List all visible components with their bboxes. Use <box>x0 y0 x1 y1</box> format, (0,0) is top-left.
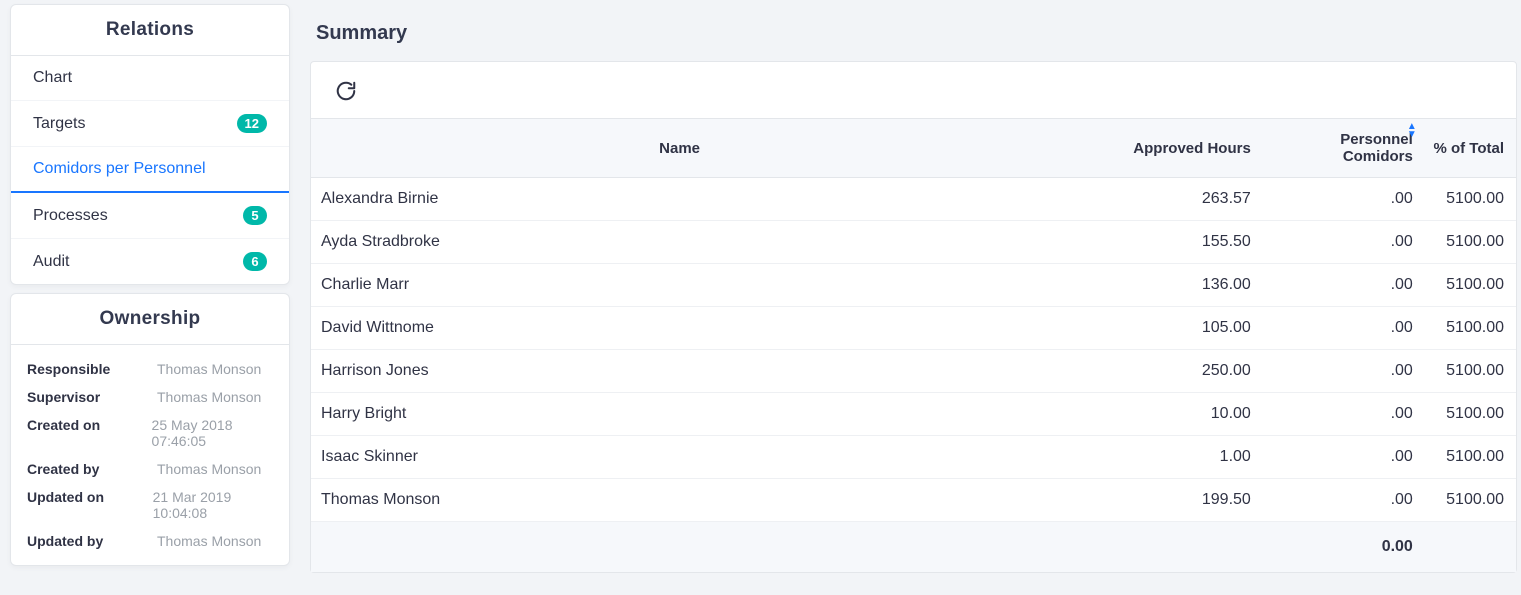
footer-total: 0.00 <box>1261 522 1423 573</box>
ownership-value: 21 Mar 2019 10:04:08 <box>153 489 285 521</box>
relations-item-label: Chart <box>33 69 72 87</box>
ownership-row-created-on: Created on 25 May 2018 07:46:05 <box>27 411 285 455</box>
cell-approved: 155.50 <box>1048 221 1261 264</box>
ownership-body: Responsible Thomas Monson Supervisor Tho… <box>11 345 289 565</box>
cell-comidors: .00 <box>1261 393 1423 436</box>
cell-pct: 5100.00 <box>1423 393 1516 436</box>
cell-pct: 5100.00 <box>1423 350 1516 393</box>
ownership-value: Thomas Monson <box>157 461 261 477</box>
cell-approved: 105.00 <box>1048 307 1261 350</box>
relations-item-badge: 6 <box>243 252 267 271</box>
table-row[interactable]: Harry Bright 10.00 .00 5100.00 <box>311 393 1516 436</box>
ownership-label: Created by <box>27 461 157 477</box>
cell-comidors: .00 <box>1261 436 1423 479</box>
summary-panel: Name Approved Hours Personnel Comidors ▲… <box>310 61 1517 573</box>
page-title: Summary <box>310 12 1517 61</box>
ownership-card: Ownership Responsible Thomas Monson Supe… <box>10 293 290 566</box>
cell-name: David Wittnome <box>311 307 1048 350</box>
relations-card: Relations Chart Targets 12 Comidors per … <box>10 4 290 285</box>
table-row[interactable]: David Wittnome 105.00 .00 5100.00 <box>311 307 1516 350</box>
ownership-value: 25 May 2018 07:46:05 <box>152 417 285 449</box>
relations-item-label: Audit <box>33 253 69 271</box>
cell-approved: 10.00 <box>1048 393 1261 436</box>
relations-item-badge: 5 <box>243 206 267 225</box>
relations-item-comidors-per-personnel[interactable]: Comidors per Personnel <box>11 147 289 193</box>
table-row[interactable]: Alexandra Birnie 263.57 .00 5100.00 <box>311 178 1516 221</box>
cell-comidors: .00 <box>1261 350 1423 393</box>
ownership-row-updated-on: Updated on 21 Mar 2019 10:04:08 <box>27 483 285 527</box>
cell-pct: 5100.00 <box>1423 479 1516 522</box>
relations-item-audit[interactable]: Audit 6 <box>11 239 289 284</box>
refresh-icon <box>335 80 357 102</box>
cell-name: Alexandra Birnie <box>311 178 1048 221</box>
table-row[interactable]: Harrison Jones 250.00 .00 5100.00 <box>311 350 1516 393</box>
relations-item-targets[interactable]: Targets 12 <box>11 101 289 147</box>
column-header-label: Personnel Comidors <box>1340 131 1413 165</box>
cell-name: Charlie Marr <box>311 264 1048 307</box>
table-body: Alexandra Birnie 263.57 .00 5100.00 Ayda… <box>311 178 1516 522</box>
column-header-name[interactable]: Name <box>311 119 1048 178</box>
ownership-value: Thomas Monson <box>157 389 261 405</box>
cell-name: Harry Bright <box>311 393 1048 436</box>
relations-item-label: Targets <box>33 115 85 133</box>
table-row[interactable]: Thomas Monson 199.50 .00 5100.00 <box>311 479 1516 522</box>
relations-title: Relations <box>11 5 289 56</box>
relations-item-badge: 12 <box>237 114 267 133</box>
cell-comidors: .00 <box>1261 479 1423 522</box>
table-footer-row: 0.00 <box>311 522 1516 573</box>
ownership-row-created-by: Created by Thomas Monson <box>27 455 285 483</box>
cell-name: Thomas Monson <box>311 479 1048 522</box>
column-header-pct-of-total[interactable]: % of Total <box>1423 119 1516 178</box>
cell-approved: 1.00 <box>1048 436 1261 479</box>
main-content: Summary Name Approved Hours Personnel Co… <box>300 0 1521 595</box>
column-header-personnel-comidors[interactable]: Personnel Comidors ▲▼ <box>1261 119 1423 178</box>
refresh-button[interactable] <box>331 76 361 106</box>
relations-item-label: Processes <box>33 207 108 225</box>
ownership-label: Updated on <box>27 489 153 521</box>
sidebar: Relations Chart Targets 12 Comidors per … <box>0 0 300 595</box>
cell-pct: 5100.00 <box>1423 264 1516 307</box>
cell-approved: 263.57 <box>1048 178 1261 221</box>
relations-list: Chart Targets 12 Comidors per Personnel … <box>11 56 289 284</box>
cell-pct: 5100.00 <box>1423 178 1516 221</box>
cell-name: Harrison Jones <box>311 350 1048 393</box>
cell-approved: 136.00 <box>1048 264 1261 307</box>
ownership-value: Thomas Monson <box>157 533 261 549</box>
cell-pct: 5100.00 <box>1423 307 1516 350</box>
ownership-title: Ownership <box>11 294 289 345</box>
ownership-label: Responsible <box>27 361 157 377</box>
cell-name: Ayda Stradbroke <box>311 221 1048 264</box>
table-row[interactable]: Ayda Stradbroke 155.50 .00 5100.00 <box>311 221 1516 264</box>
summary-table: Name Approved Hours Personnel Comidors ▲… <box>311 118 1516 572</box>
relations-item-label: Comidors per Personnel <box>33 160 206 178</box>
cell-approved: 250.00 <box>1048 350 1261 393</box>
cell-approved: 199.50 <box>1048 479 1261 522</box>
ownership-label: Supervisor <box>27 389 157 405</box>
cell-pct: 5100.00 <box>1423 221 1516 264</box>
cell-comidors: .00 <box>1261 307 1423 350</box>
cell-comidors: .00 <box>1261 178 1423 221</box>
footer-empty <box>311 522 1048 573</box>
ownership-label: Created on <box>27 417 152 449</box>
footer-empty <box>1423 522 1516 573</box>
cell-pct: 5100.00 <box>1423 436 1516 479</box>
column-header-approved-hours[interactable]: Approved Hours <box>1048 119 1261 178</box>
cell-name: Isaac Skinner <box>311 436 1048 479</box>
panel-toolbar <box>311 62 1516 118</box>
ownership-label: Updated by <box>27 533 157 549</box>
ownership-row-supervisor: Supervisor Thomas Monson <box>27 383 285 411</box>
table-row[interactable]: Isaac Skinner 1.00 .00 5100.00 <box>311 436 1516 479</box>
table-header-row: Name Approved Hours Personnel Comidors ▲… <box>311 119 1516 178</box>
relations-item-chart[interactable]: Chart <box>11 56 289 101</box>
sort-indicator-icon: ▲▼ <box>1407 123 1417 139</box>
cell-comidors: .00 <box>1261 264 1423 307</box>
relations-item-processes[interactable]: Processes 5 <box>11 193 289 239</box>
footer-empty <box>1048 522 1261 573</box>
table-row[interactable]: Charlie Marr 136.00 .00 5100.00 <box>311 264 1516 307</box>
ownership-value: Thomas Monson <box>157 361 261 377</box>
cell-comidors: .00 <box>1261 221 1423 264</box>
ownership-row-updated-by: Updated by Thomas Monson <box>27 527 285 555</box>
ownership-row-responsible: Responsible Thomas Monson <box>27 355 285 383</box>
